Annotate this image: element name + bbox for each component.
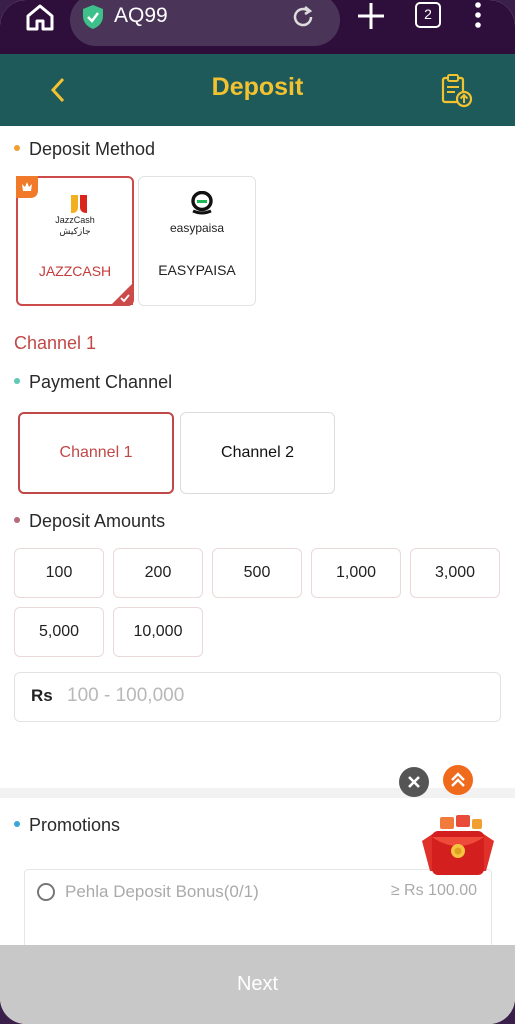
home-icon[interactable]: [22, 2, 58, 32]
promotions-title: Promotions: [29, 815, 121, 835]
shield-check-icon: [82, 4, 104, 30]
tabs-count-icon[interactable]: 2: [415, 2, 441, 28]
selected-channel-text: Channel 1: [14, 333, 97, 353]
radio-button[interactable]: [37, 883, 55, 901]
payment-channel-heading: Payment Channel: [14, 372, 172, 393]
channel-option-1[interactable]: Channel 1: [18, 412, 174, 494]
close-float-icon[interactable]: [399, 767, 429, 797]
new-tab-plus-icon[interactable]: [355, 0, 387, 32]
amount-option-10000[interactable]: 10,000: [113, 607, 203, 657]
scroll-top-icon[interactable]: [443, 765, 473, 795]
browser-toolbar: AQ99 2: [0, 0, 515, 54]
deposit-amounts-title: Deposit Amounts: [29, 511, 166, 531]
easypaisa-logo-icon: [191, 191, 213, 215]
red-envelope-gift-icon[interactable]: [418, 815, 498, 879]
more-vertical-icon[interactable]: [466, 0, 490, 32]
method-label-easypaisa: EASYPAISA: [158, 262, 236, 278]
amount-option-3000[interactable]: 3,000: [410, 548, 500, 598]
amount-option-500[interactable]: 500: [212, 548, 302, 598]
deposit-amounts-heading: Deposit Amounts: [14, 511, 165, 532]
next-button[interactable]: Next: [0, 945, 515, 1024]
promotion-minimum: ≥ Rs 100.00: [390, 882, 477, 899]
url-text: AQ99: [114, 4, 168, 27]
amount-option-100[interactable]: 100: [14, 548, 104, 598]
payment-channel-title: Payment Channel: [29, 372, 173, 392]
easypaisa-logo-text: easypaisa: [169, 221, 225, 235]
phone-screen: AQ99 2 Deposit Deposit Method JazzCash ج…: [0, 0, 515, 1024]
currency-label: Rs: [31, 686, 53, 705]
amount-option-1000[interactable]: 1,000: [311, 548, 401, 598]
method-card-jazzcash[interactable]: JazzCash جازکیش JAZZCASH: [16, 176, 134, 306]
jazzcash-logo-text: JazzCash: [55, 215, 95, 225]
orange-dot-icon: [14, 145, 20, 152]
app-header: Deposit: [0, 54, 515, 126]
promotions-heading: Promotions: [14, 815, 120, 836]
amount-option-5000[interactable]: 5,000: [14, 607, 104, 657]
promotion-label: Pehla Deposit Bonus(0/1): [65, 882, 259, 901]
jazzcash-logo-urdu: جازکیش: [59, 226, 91, 236]
mauve-dot-icon: [14, 517, 20, 524]
blue-dot-icon: [14, 821, 20, 828]
amount-input-field[interactable]: Rs 100 - 100,000: [14, 672, 501, 722]
method-card-easypaisa[interactable]: easypaisa EASYPAISA: [138, 176, 256, 306]
section-divider: [0, 788, 515, 798]
amount-placeholder: 100 - 100,000: [67, 685, 185, 706]
deposit-history-icon[interactable]: [438, 72, 474, 108]
reload-icon[interactable]: [289, 3, 317, 31]
deposit-method-heading: Deposit Method: [14, 139, 155, 160]
recommended-badge-icon: [16, 176, 38, 198]
method-label-jazzcash: JAZZCASH: [38, 263, 112, 279]
teal-dot-icon: [14, 378, 20, 385]
address-bar[interactable]: AQ99: [70, 0, 340, 46]
jazzcash-logo-icon: [71, 195, 87, 213]
deposit-method-title: Deposit Method: [29, 139, 156, 159]
amount-option-200[interactable]: 200: [113, 548, 203, 598]
channel-option-2[interactable]: Channel 2: [180, 412, 335, 494]
selected-check-icon: [111, 283, 133, 305]
